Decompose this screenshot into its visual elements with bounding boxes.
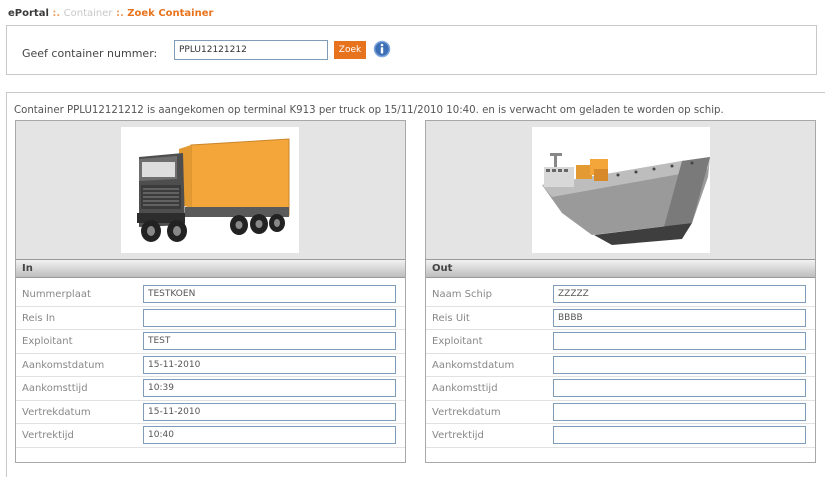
field-label: Aankomsttijd xyxy=(22,383,88,394)
field-row: Naam Schip xyxy=(426,283,815,307)
field-row: Aankomsttijd xyxy=(16,377,405,401)
field-row: Aankomstdatum xyxy=(16,354,405,377)
field-row: Vertrekdatum xyxy=(16,401,405,424)
breadcrumb: ePortal :. Container :. Zoek Container xyxy=(8,8,213,19)
panel-image-area xyxy=(16,121,405,259)
panel-image-area xyxy=(426,121,815,259)
field-label: Vertrekdatum xyxy=(432,406,501,418)
reis-in-field[interactable] xyxy=(143,308,396,327)
breadcrumb-current: Zoek Container xyxy=(127,8,214,19)
field-row: Vertrektijd xyxy=(16,424,405,448)
ship-image xyxy=(532,127,710,253)
reis-uit-out-field[interactable] xyxy=(553,308,806,327)
breadcrumb-container[interactable]: Container xyxy=(64,8,113,19)
field-label: Nummerplaat xyxy=(22,289,91,300)
field-row: Vertrektijd xyxy=(426,424,815,448)
panel-out-title: Out xyxy=(426,259,815,278)
field-row: Vertrekdatum xyxy=(426,401,815,424)
breadcrumb-separator: :. xyxy=(112,8,128,19)
field-row: Reis In xyxy=(16,307,405,330)
field-label: Exploitant xyxy=(432,336,483,347)
aankomstdatum-in-field[interactable] xyxy=(143,355,396,374)
breadcrumb-separator: :. xyxy=(48,8,64,19)
container-number-input[interactable] xyxy=(174,40,328,60)
field-label: Vertrektijd xyxy=(22,430,74,441)
naam-schip-out-field[interactable] xyxy=(553,285,806,303)
search-panel: Geef container nummer: Zoek xyxy=(6,25,817,75)
vertrekdatum-out-field[interactable] xyxy=(553,402,806,421)
info-icon[interactable] xyxy=(372,39,392,59)
aankomsttijd-out-field[interactable] xyxy=(553,379,806,397)
nummerplaat-in-field[interactable] xyxy=(143,285,396,303)
aankomsttijd-in-field[interactable] xyxy=(143,379,396,397)
field-label: Reis In xyxy=(22,312,56,324)
result-message: Container PPLU12121212 is aangekomen op … xyxy=(14,105,724,116)
truck-image xyxy=(121,127,299,253)
search-button[interactable]: Zoek xyxy=(334,41,366,59)
field-row: Nummerplaat xyxy=(16,283,405,307)
panel-out: Out Naam Schip Reis Uit Exploitant Aanko… xyxy=(425,120,816,463)
breadcrumb-root[interactable]: ePortal xyxy=(8,8,49,19)
field-label: Aankomstdatum xyxy=(22,359,105,371)
exploitant-out-field[interactable] xyxy=(553,332,806,350)
field-label: Exploitant xyxy=(22,336,73,347)
field-label: Reis Uit xyxy=(432,312,470,324)
field-row: Reis Uit xyxy=(426,307,815,330)
field-row: Exploitant xyxy=(16,330,405,354)
field-label: Aankomsttijd xyxy=(432,383,498,394)
field-label: Naam Schip xyxy=(432,289,492,300)
field-row: Exploitant xyxy=(426,330,815,354)
search-label: Geef container nummer: xyxy=(22,47,158,60)
panel-in-title: In xyxy=(16,259,405,278)
vertrektijd-out-field[interactable] xyxy=(553,426,806,444)
field-label: Aankomstdatum xyxy=(432,359,515,371)
aankomstdatum-out-field[interactable] xyxy=(553,355,806,374)
exploitant-in-field[interactable] xyxy=(143,332,396,350)
field-label: Vertrektijd xyxy=(432,430,484,441)
vertrekdatum-in-field[interactable] xyxy=(143,402,396,421)
vertrektijd-in-field[interactable] xyxy=(143,426,396,444)
field-row: Aankomsttijd xyxy=(426,377,815,401)
field-row: Aankomstdatum xyxy=(426,354,815,377)
panel-in: In Nummerplaat Reis In Exploitant Aankom… xyxy=(15,120,406,463)
field-label: Vertrekdatum xyxy=(22,406,91,418)
